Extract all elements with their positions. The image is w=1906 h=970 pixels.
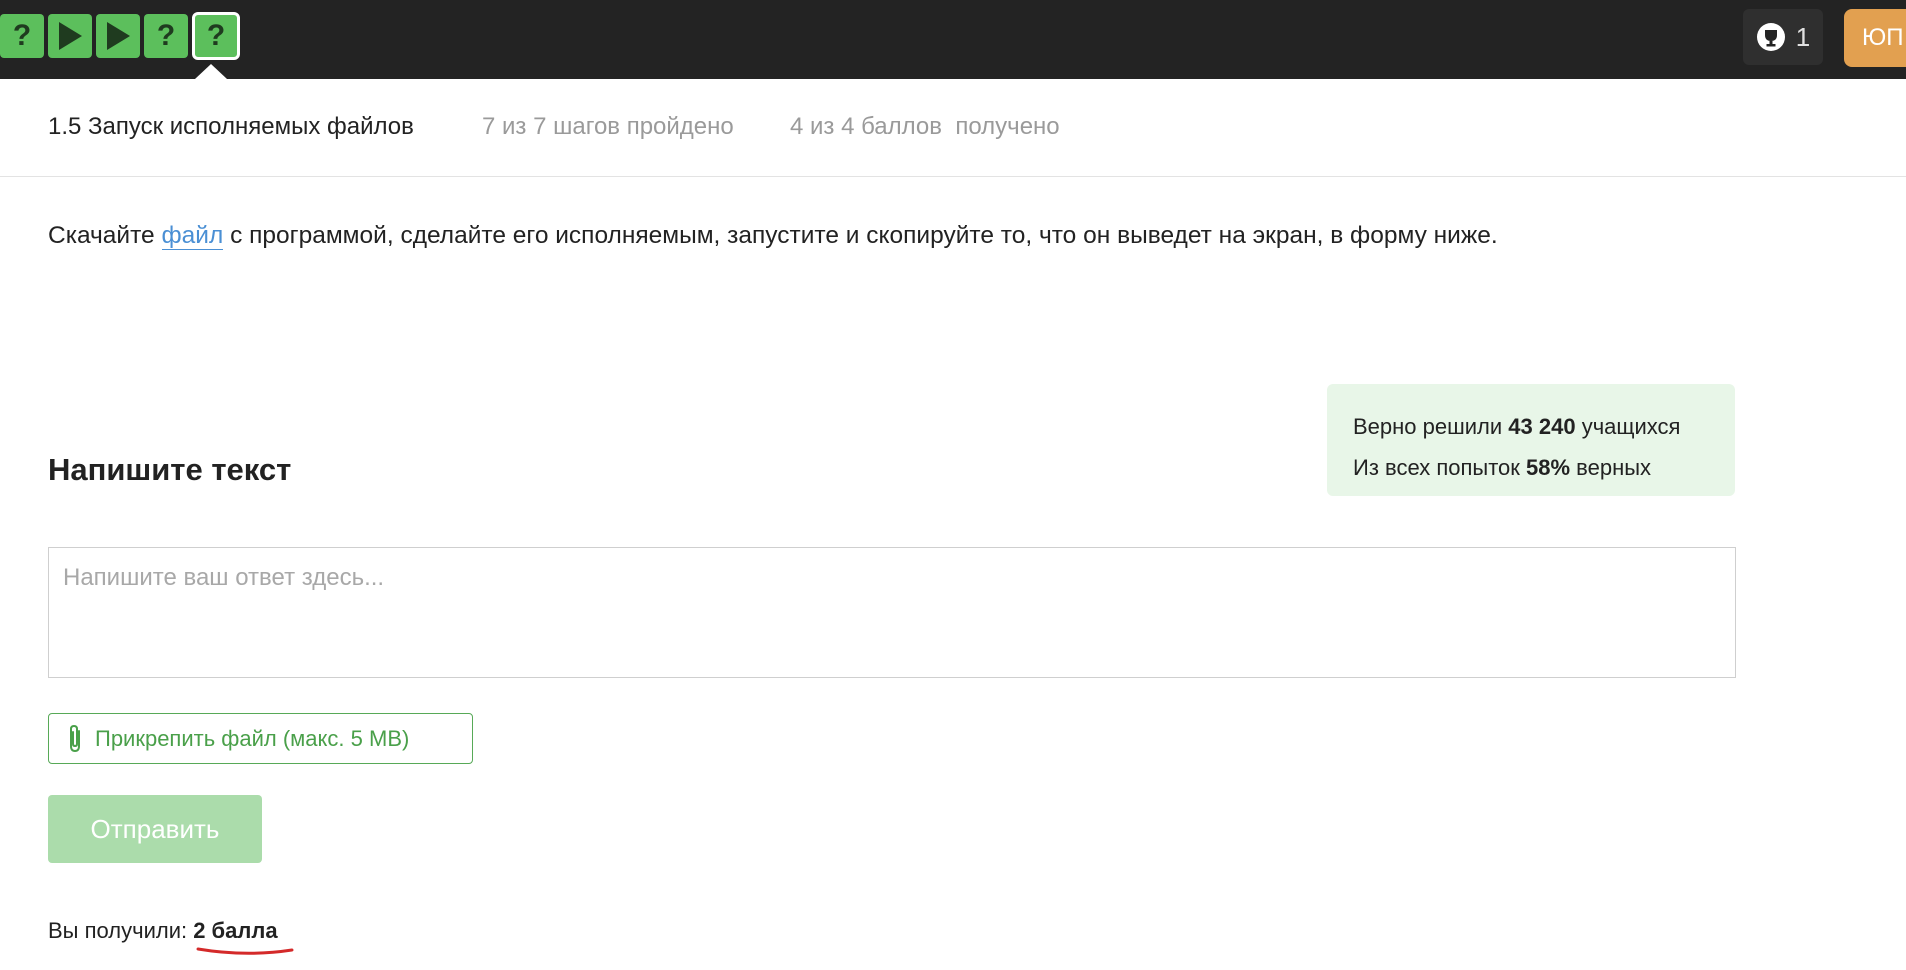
answer-textarea[interactable] (48, 547, 1736, 678)
step-5-question-icon[interactable]: ? (192, 12, 240, 60)
paperclip-icon (70, 724, 80, 752)
solved-stat: Верно решили 43 240 учащихся (1353, 414, 1681, 439)
step-4-question-icon[interactable]: ? (144, 14, 188, 58)
top-bar: ? ? ? 1 ЮП (0, 0, 1906, 79)
attempts-stat: Из всех попыток 58% верных (1353, 455, 1652, 480)
trophy-icon (1756, 23, 1785, 51)
task-description: Скачайте файл с программой, сделайте его… (48, 222, 1498, 250)
step-2-play-icon[interactable] (48, 14, 92, 58)
user-avatar[interactable]: ЮП (1844, 9, 1906, 67)
score-result: Вы получили: 2 балла (48, 918, 278, 943)
lesson-steps-progress: 7 из 7 шагов пройдено (482, 113, 734, 140)
step-1-question-icon[interactable]: ? (0, 14, 44, 58)
red-underline-mark (196, 947, 294, 955)
lesson-title[interactable]: 1.5 Запуск исполняемых файлов (48, 113, 414, 141)
attach-file-label: Прикрепить файл (макс. 5 MB) (95, 725, 410, 751)
lesson-points-progress: 4 из 4 баллов получено (790, 113, 1060, 140)
step-navigation: ? ? ? (0, 12, 240, 60)
section-title: Напишите текст (48, 452, 292, 487)
file-download-link[interactable]: файл (161, 222, 224, 250)
score-value: 2 балла (193, 918, 278, 943)
lesson-header: 1.5 Запуск исполняемых файлов 7 из 7 шаг… (0, 79, 1906, 177)
submit-button[interactable]: Отправить (48, 795, 262, 863)
avatar-initials: ЮП (1862, 24, 1904, 51)
attach-file-button[interactable]: Прикрепить файл (макс. 5 MB) (48, 713, 473, 764)
active-step-caret (195, 64, 227, 79)
solution-stats: Верно решили 43 240 учащихся Из всех поп… (1327, 384, 1735, 496)
award-button[interactable]: 1 (1743, 9, 1823, 65)
award-count: 1 (1795, 21, 1811, 52)
step-3-play-icon[interactable] (96, 14, 140, 58)
